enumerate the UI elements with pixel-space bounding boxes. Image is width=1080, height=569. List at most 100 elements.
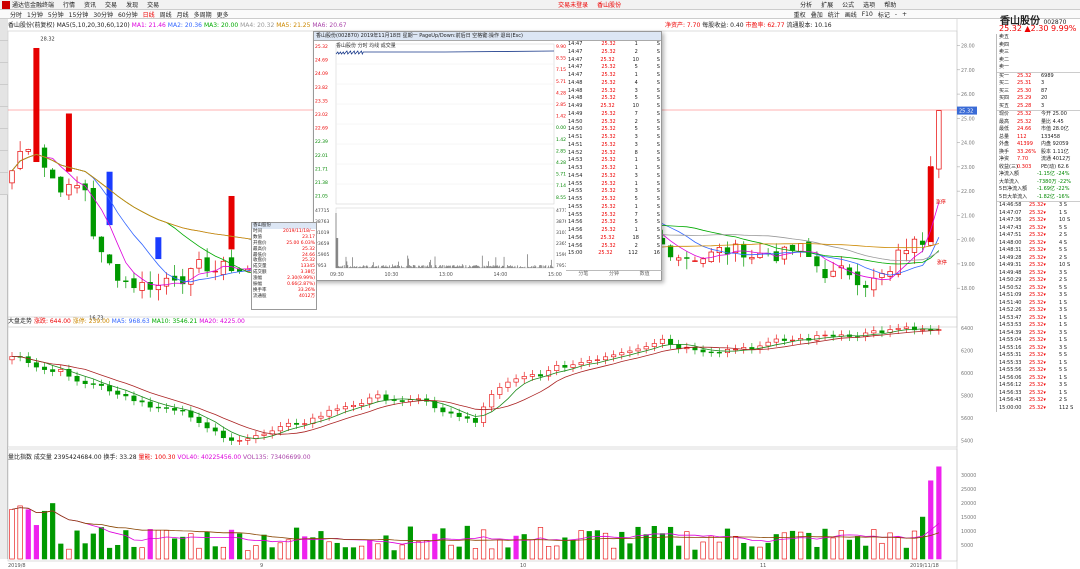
popup-tick-row: 14:55 25.32 1 S <box>568 203 660 210</box>
tool-mark[interactable]: 标记 <box>878 10 890 19</box>
popup-tick-row: 14:47 25.32 1 S <box>568 41 660 47</box>
main-candle <box>74 185 80 189</box>
quote-row: 现价 25.32 今开 25.00 <box>999 111 1067 117</box>
menu-options[interactable]: 选项 <box>863 0 875 9</box>
volume-bar <box>375 543 381 560</box>
index-candle <box>749 347 755 350</box>
menu-stock-name: 香山股份 <box>597 2 622 9</box>
login-status[interactable]: 交易未登录 <box>558 0 588 9</box>
volume-bar <box>302 536 308 560</box>
index-candle <box>635 348 641 352</box>
intraday-popup[interactable]: 香山股份(002870) 2019年11月18日 星期一 PageUp/Down… <box>313 31 662 281</box>
volume-bar <box>326 541 332 560</box>
volume-bar <box>472 548 479 560</box>
index-candle <box>334 408 340 411</box>
volume-axis-label: 25000 <box>961 487 976 493</box>
main-candle <box>903 250 909 255</box>
popup-tick-row: 14:52 25.32 8 S <box>568 149 660 156</box>
tool-zoom-out[interactable]: - <box>895 11 897 18</box>
trade-row: 14:49:48 25.32▾ 3 S <box>999 269 1067 276</box>
volume-bar <box>619 531 625 560</box>
main-candle <box>204 257 210 272</box>
trade-row: 14:55:16 25.32▾ 3 S <box>999 344 1067 351</box>
menu-help[interactable]: 帮助 <box>884 0 896 9</box>
date-axis-label: 9 <box>260 563 263 569</box>
volume-bar <box>830 537 836 560</box>
menu-news[interactable]: 资讯 <box>84 0 96 9</box>
menu-analysis[interactable]: 分析 <box>800 0 812 9</box>
menu-quotes[interactable]: 行情 <box>63 0 75 9</box>
main-candle <box>871 277 877 291</box>
tool-weight[interactable]: 重权 <box>794 10 806 19</box>
menu-trade[interactable]: 交易 <box>105 0 117 9</box>
popup-axis-right: 23659 <box>556 241 566 247</box>
index-candle <box>733 348 739 351</box>
popup-axis-left: 24.09 <box>315 71 328 77</box>
main-axis-label: 22.00 <box>961 189 975 195</box>
tab-more[interactable]: 更多 <box>217 10 229 19</box>
tab-15min[interactable]: 15分钟 <box>69 10 89 19</box>
menu-discover[interactable]: 发现 <box>126 0 138 9</box>
index-candle <box>326 409 332 417</box>
tab-30min[interactable]: 30分钟 <box>93 10 113 19</box>
index-candle <box>521 376 527 380</box>
trade-row: 14:51:09 25.32▾ 3 S <box>999 292 1067 298</box>
ma2-value: MA2: 20.36 <box>167 22 203 29</box>
popup-axis-left: 23.35 <box>315 98 328 104</box>
popup-tick-row: 14:47 25.32 2 S <box>568 48 660 55</box>
volume-bar <box>9 509 15 560</box>
volume-header: 量比指数 成交量 2395424684.00 换手: 33.28 量能: 100… <box>8 452 311 461</box>
quote-row: 换手 33.26% 股本 1.11亿 <box>999 148 1069 155</box>
trade-row: 14:47:07 25.32▾ 1 S <box>999 209 1067 216</box>
tool-zoom-in[interactable]: + <box>902 11 907 18</box>
menu-trade2[interactable]: 交易 <box>147 0 159 9</box>
tool-draw[interactable]: 画线 <box>845 10 857 19</box>
infobox-row: 流通股 4012万 <box>253 293 315 299</box>
tab-daily[interactable]: 日线 <box>143 10 155 19</box>
index-candle <box>180 409 186 412</box>
menu-formula[interactable]: 公式 <box>842 0 854 9</box>
menu-ext[interactable]: 扩展 <box>821 0 833 9</box>
index-candle <box>196 416 202 423</box>
quote-row: 净资 7.70 流通 4012万 <box>999 156 1071 162</box>
index-candle <box>342 406 348 410</box>
main-candle <box>749 257 755 260</box>
volume-bar <box>415 541 422 560</box>
tab-monthly[interactable]: 月线 <box>177 10 189 19</box>
volume-bar <box>903 547 909 560</box>
popup-axis-left: 25.32 <box>315 44 328 50</box>
volume-bar <box>131 546 137 560</box>
quote-row: 买二 25.31 3 <box>999 80 1045 86</box>
stock-pct: 9.99% <box>1050 24 1077 33</box>
popup-axis-right: 47715 <box>556 208 566 214</box>
tab-weekly[interactable]: 周线 <box>160 10 172 19</box>
tool-f10[interactable]: F10 <box>862 11 873 18</box>
volume-bar <box>318 531 324 560</box>
tab-minute[interactable]: 分时 <box>10 10 22 19</box>
app-logo-icon <box>2 0 10 9</box>
popup-footer[interactable]: 分笔 分钟 数值 <box>566 270 662 279</box>
main-candle <box>106 254 113 264</box>
main-axis-label: 20.00 <box>961 238 975 244</box>
tab-multi[interactable]: 多周期 <box>194 10 212 19</box>
index-candle <box>237 440 243 442</box>
popup-title[interactable]: 香山股份(002870) 2019年11月18日 星期一 PageUp/Down… <box>314 32 661 41</box>
volume-bar <box>529 539 535 560</box>
index-candle <box>220 430 226 439</box>
index-candle <box>497 387 503 395</box>
index-candle <box>700 349 706 353</box>
volume-bar <box>204 531 210 560</box>
tool-overlay[interactable]: 叠加 <box>811 10 823 19</box>
info-b: 每股收益: 0.40 <box>702 22 744 29</box>
tool-stats[interactable]: 统计 <box>828 10 840 19</box>
trade-row: 14:47:36 25.32▾ 10 S <box>999 217 1071 223</box>
tab-60min[interactable]: 60分钟 <box>118 10 138 19</box>
tab-5min[interactable]: 5分钟 <box>48 10 64 19</box>
index-candle <box>399 400 405 402</box>
volume-bar <box>180 536 186 560</box>
volume-bar <box>505 547 511 560</box>
tab-1min[interactable]: 1分钟 <box>27 10 43 19</box>
quote-row: 卖三 <box>999 49 1010 55</box>
quote-row: 最低 24.66 市值 28.0亿 <box>999 126 1069 132</box>
volume-bar <box>920 516 926 560</box>
